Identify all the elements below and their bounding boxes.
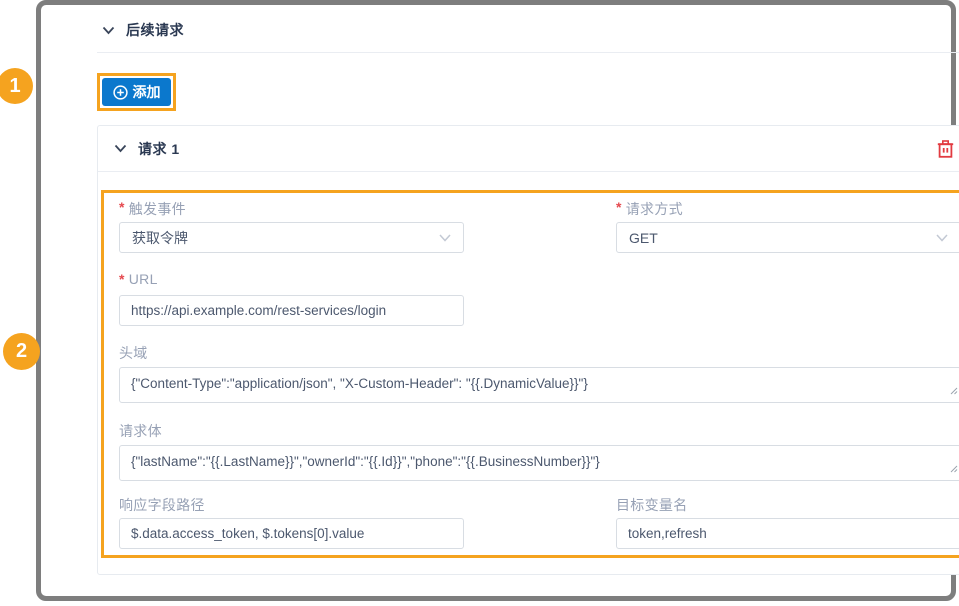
section-divider <box>97 52 959 53</box>
request-method-select[interactable]: GET <box>616 222 959 253</box>
annotation-badge-2: 2 <box>3 333 40 370</box>
headers-field-wrap: {"Content-Type":"application/json", "X-C… <box>119 367 959 403</box>
headers-label: 头域 <box>119 343 148 363</box>
annotation-box-add: 添加 <box>97 73 176 111</box>
required-marker: * <box>616 199 622 219</box>
request-body-field-wrap: {"lastName":"{{.LastName}}","ownerId":"{… <box>119 445 959 481</box>
plus-circle-icon <box>113 85 128 100</box>
trigger-event-value: 获取令牌 <box>132 228 188 248</box>
chevron-down-icon <box>439 234 451 242</box>
trash-icon <box>937 140 954 158</box>
response-path-input[interactable] <box>119 518 464 549</box>
followup-requests-section-header[interactable]: 后续请求 <box>102 20 184 40</box>
chevron-down-icon <box>114 144 127 153</box>
request-card-title: 请求 1 <box>138 139 180 159</box>
add-request-button[interactable]: 添加 <box>102 78 171 106</box>
target-variable-input[interactable] <box>616 518 959 549</box>
trigger-event-select[interactable]: 获取令牌 <box>119 222 464 253</box>
url-label: * URL <box>119 271 158 287</box>
request-body-label: 请求体 <box>119 421 162 441</box>
trigger-event-label: * 触发事件 <box>119 199 186 219</box>
add-button-label: 添加 <box>133 82 161 102</box>
headers-textarea[interactable]: {"Content-Type":"application/json", "X-C… <box>119 367 959 403</box>
request-card: 请求 1 <box>97 125 959 575</box>
target-variable-label: 目标变量名 <box>616 495 688 515</box>
request-method-label: * 请求方式 <box>616 199 683 219</box>
url-input[interactable] <box>119 295 464 326</box>
chevron-down-icon <box>936 234 948 242</box>
chevron-down-icon <box>102 26 115 35</box>
request-method-value: GET <box>629 230 658 246</box>
required-marker: * <box>119 271 125 287</box>
screenshot-root: 后续请求 添加 请求 1 <box>0 0 959 606</box>
response-path-label: 响应字段路径 <box>119 495 205 515</box>
section-title: 后续请求 <box>126 20 184 40</box>
delete-request-button[interactable] <box>935 139 955 159</box>
request-card-header[interactable]: 请求 1 <box>98 126 959 172</box>
required-marker: * <box>119 199 125 219</box>
settings-panel: 后续请求 添加 请求 1 <box>36 0 956 601</box>
request-body-textarea[interactable]: {"lastName":"{{.LastName}}","ownerId":"{… <box>119 445 959 481</box>
annotation-badge-1: 1 <box>0 68 33 104</box>
